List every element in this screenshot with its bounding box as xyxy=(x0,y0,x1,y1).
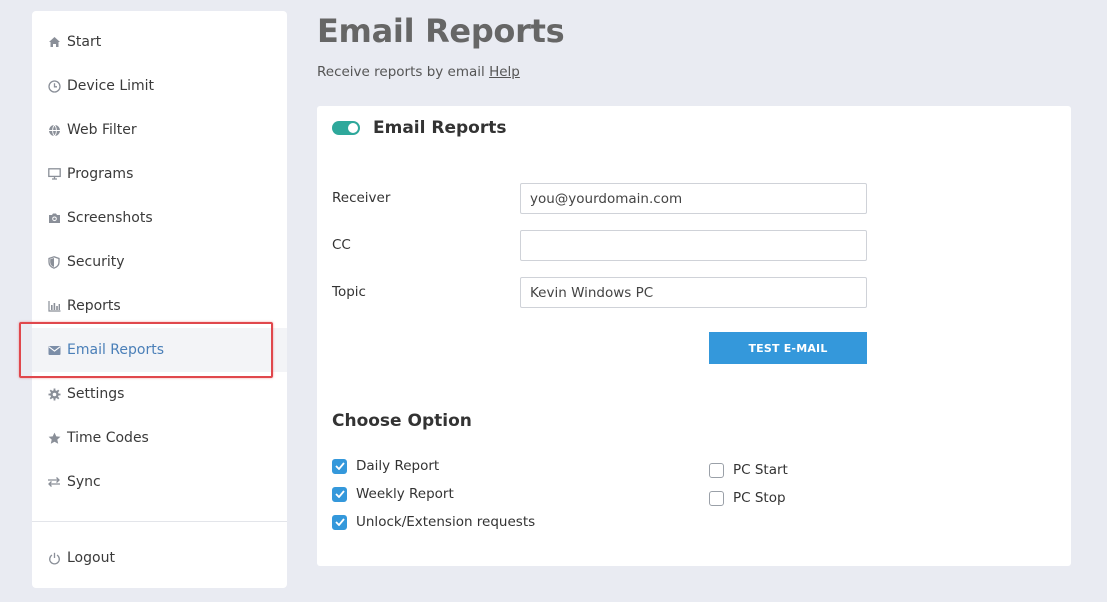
pc-stop-label: PC Stop xyxy=(733,490,786,506)
test-email-button[interactable]: TEST E-MAIL xyxy=(709,332,867,364)
sidebar-item-security[interactable]: Security xyxy=(32,240,287,284)
sidebar-item-device-limit[interactable]: Device Limit xyxy=(32,64,287,108)
power-icon xyxy=(47,551,61,565)
camera-icon xyxy=(47,211,61,225)
sidebar-item-label: Settings xyxy=(67,386,125,402)
sidebar-item-label: Sync xyxy=(67,474,101,490)
sidebar-item-label: Start xyxy=(67,34,102,50)
email-reports-card: Email Reports Receiver CC Topic TEST E-M… xyxy=(317,106,1071,566)
cc-label: CC xyxy=(332,237,351,253)
sidebar-item-web-filter[interactable]: Web Filter xyxy=(32,108,287,152)
home-icon xyxy=(47,35,61,49)
sidebar-item-label: Security xyxy=(67,254,125,270)
subtitle-text: Receive reports by email xyxy=(317,64,485,80)
sidebar-item-screenshots[interactable]: Screenshots xyxy=(32,196,287,240)
sidebar: Start Device Limit Web Filter Programs S… xyxy=(32,11,287,588)
sidebar-item-label: Time Codes xyxy=(67,430,149,446)
sidebar-item-label: Device Limit xyxy=(67,78,155,94)
topic-label: Topic xyxy=(332,284,366,300)
sidebar-item-label: Email Reports xyxy=(67,342,164,358)
pc-stop-checkbox[interactable] xyxy=(709,490,724,506)
option-unlock-requests[interactable]: Unlock/Extension requests xyxy=(332,514,535,530)
sidebar-item-sync[interactable]: Sync xyxy=(32,460,287,504)
clock-icon xyxy=(47,79,61,93)
unlock-requests-label: Unlock/Extension requests xyxy=(356,514,536,530)
sidebar-divider xyxy=(32,521,287,522)
page-title: Email Reports xyxy=(317,12,565,50)
sidebar-item-label: Web Filter xyxy=(67,122,137,138)
daily-report-checkbox[interactable] xyxy=(332,458,347,474)
sidebar-item-email-reports[interactable]: Email Reports xyxy=(32,328,287,372)
cc-input[interactable] xyxy=(520,230,867,261)
toggle-knob xyxy=(348,123,358,133)
logout-label: Logout xyxy=(67,550,115,566)
sidebar-item-settings[interactable]: Settings xyxy=(32,372,287,416)
globe-icon xyxy=(47,123,61,137)
bar-chart-icon xyxy=(47,299,61,313)
star-icon xyxy=(47,431,61,445)
monitor-icon xyxy=(47,167,61,181)
option-daily-report[interactable]: Daily Report xyxy=(332,458,439,474)
receiver-label: Receiver xyxy=(332,190,391,206)
pc-start-checkbox[interactable] xyxy=(709,462,724,478)
options-title: Choose Option xyxy=(332,411,472,431)
pc-start-label: PC Start xyxy=(733,462,788,478)
receiver-input[interactable] xyxy=(520,183,867,214)
page-subtitle: Receive reports by email Help xyxy=(317,64,520,80)
envelope-icon xyxy=(47,343,61,357)
sidebar-item-reports[interactable]: Reports xyxy=(32,284,287,328)
sidebar-item-label: Reports xyxy=(67,298,121,314)
sidebar-item-label: Programs xyxy=(67,166,134,182)
weekly-report-label: Weekly Report xyxy=(356,486,454,502)
option-pc-start[interactable]: PC Start xyxy=(709,462,788,478)
sidebar-item-programs[interactable]: Programs xyxy=(32,152,287,196)
daily-report-label: Daily Report xyxy=(356,458,440,474)
sidebar-item-label: Screenshots xyxy=(67,210,153,226)
option-weekly-report[interactable]: Weekly Report xyxy=(332,486,454,502)
weekly-report-checkbox[interactable] xyxy=(332,486,347,502)
sidebar-item-start[interactable]: Start xyxy=(32,20,287,64)
option-pc-stop[interactable]: PC Stop xyxy=(709,490,786,506)
sync-arrows-icon xyxy=(47,475,61,489)
topic-input[interactable] xyxy=(520,277,867,308)
unlock-requests-checkbox[interactable] xyxy=(332,514,347,530)
card-title: Email Reports xyxy=(373,118,507,138)
sidebar-item-time-codes[interactable]: Time Codes xyxy=(32,416,287,460)
help-link[interactable]: Help xyxy=(489,64,520,80)
email-reports-toggle[interactable] xyxy=(332,121,360,135)
shield-icon xyxy=(47,255,61,269)
logout-button[interactable]: Logout xyxy=(32,536,287,580)
gear-icon xyxy=(47,387,61,401)
